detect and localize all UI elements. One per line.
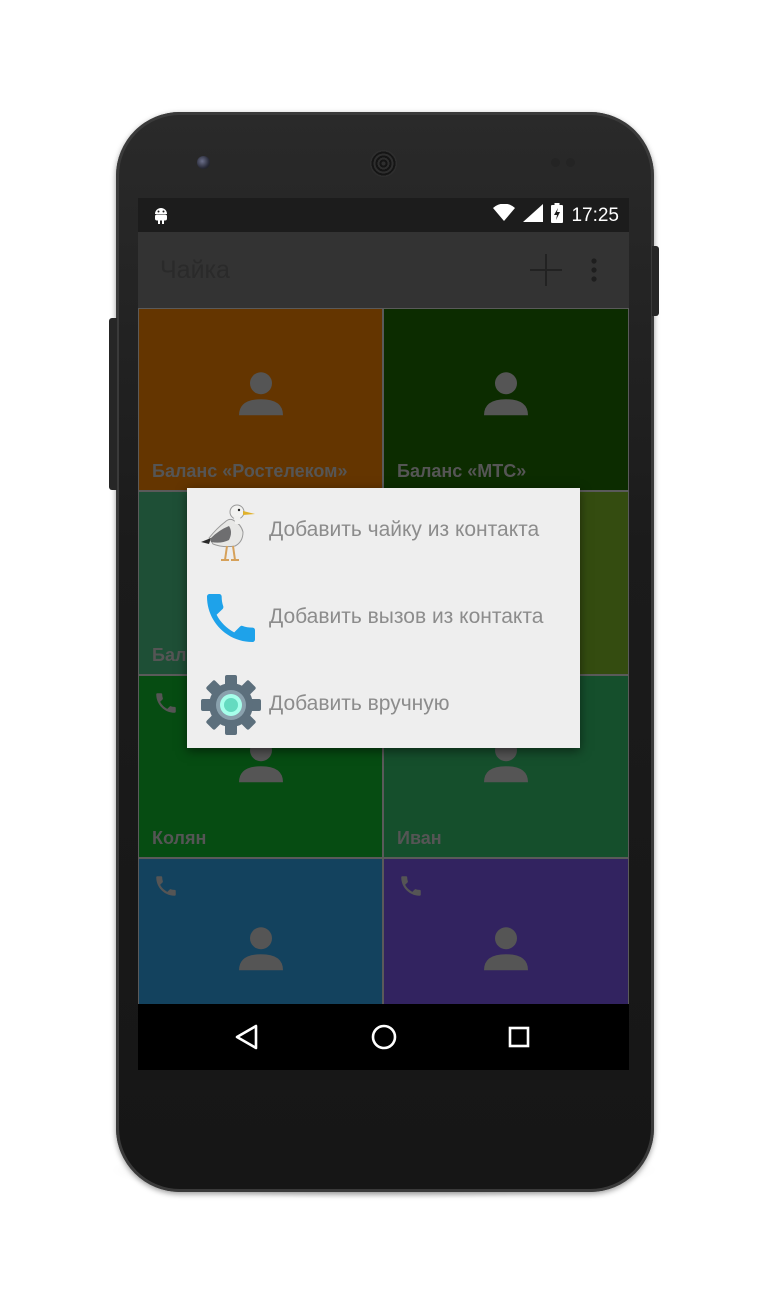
power-button xyxy=(652,246,659,316)
overflow-menu-icon[interactable] xyxy=(584,254,604,288)
light-sensor xyxy=(566,158,575,167)
front-camera xyxy=(197,156,210,169)
tile-label: Баланс «Ростелеком» xyxy=(152,461,348,481)
battery-charging-icon xyxy=(551,203,564,228)
tile-mts-balance[interactable]: Баланс «МТС» xyxy=(384,309,628,490)
signal-icon xyxy=(523,204,544,227)
tile-contact-purple[interactable] xyxy=(384,859,628,1004)
phone-icon xyxy=(153,690,179,721)
app-title: Чайка xyxy=(160,256,230,284)
status-time: 17:25 xyxy=(571,204,619,226)
earpiece-speaker xyxy=(370,150,397,177)
add-seagull-from-contact-item[interactable]: Добавить чайку из контакта xyxy=(187,488,580,574)
add-menu-dialog: Добавить чайку из контакта Добавить вызо… xyxy=(187,488,580,748)
person-icon xyxy=(482,369,530,422)
tile-label: Иван xyxy=(397,828,442,848)
gear-icon xyxy=(199,672,263,738)
menu-item-label: Добавить вызов из контакта xyxy=(269,605,544,628)
proximity-sensor xyxy=(551,158,560,167)
add-call-from-contact-item[interactable]: Добавить вызов из контакта xyxy=(187,575,580,661)
home-icon[interactable] xyxy=(367,1020,401,1054)
menu-item-label: Добавить чайку из контакта xyxy=(269,518,540,541)
back-icon[interactable] xyxy=(230,1020,264,1054)
add-icon[interactable] xyxy=(528,252,564,288)
tile-label: Баланс «МТС» xyxy=(397,461,527,481)
person-icon xyxy=(237,924,285,977)
phone-icon xyxy=(153,873,179,904)
wifi-icon xyxy=(493,203,516,227)
volume-button xyxy=(109,318,117,490)
seagull-icon xyxy=(199,498,263,564)
navigation-bar xyxy=(138,1004,629,1070)
tile-rostelecom-balance[interactable]: Баланс «Ростелеком» xyxy=(139,309,382,490)
recents-icon[interactable] xyxy=(502,1020,536,1054)
tile-label: Колян xyxy=(152,828,207,848)
status-bar: 17:25 xyxy=(138,198,629,232)
add-manually-item[interactable]: Добавить вручную xyxy=(187,662,580,748)
tile-contact-blue[interactable] xyxy=(139,859,382,1004)
phone-icon xyxy=(199,585,263,651)
android-debug-icon xyxy=(152,204,170,231)
phone-icon xyxy=(398,873,424,904)
person-icon xyxy=(237,369,285,422)
menu-item-label: Добавить вручную xyxy=(269,692,450,715)
person-icon xyxy=(482,924,530,977)
action-bar: Чайка xyxy=(138,232,629,308)
